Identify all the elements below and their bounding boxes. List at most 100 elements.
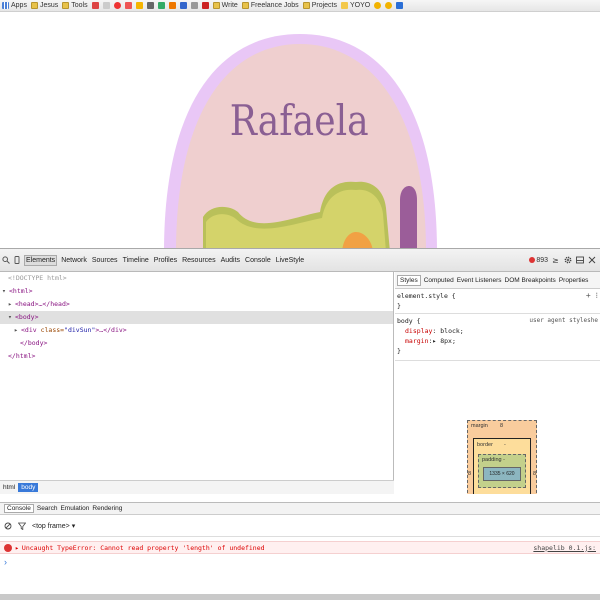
dom-node-head[interactable]: ▸ <head>…</head> xyxy=(0,298,393,311)
folder-icon xyxy=(30,2,38,9)
bookmark-icon[interactable] xyxy=(157,2,165,9)
box-model-padding: padding - 1335 × 620 xyxy=(478,454,526,488)
tree-shape xyxy=(400,186,417,248)
bookmark-icon[interactable] xyxy=(124,2,132,9)
tab-resources[interactable]: Resources xyxy=(181,256,216,265)
console-prompt[interactable]: › xyxy=(4,557,7,567)
box-model-border: border - padding - 1335 × 620 xyxy=(473,438,531,494)
console-error-row: ▸ Uncaught TypeError: Cannot read proper… xyxy=(0,541,600,554)
dock-icon[interactable] xyxy=(576,256,584,264)
triangle-right-icon[interactable]: ▸ xyxy=(14,324,21,337)
expand-triangle-icon[interactable]: ▸ xyxy=(15,544,19,552)
bookmark-icon[interactable] xyxy=(135,2,143,9)
triangle-down-icon[interactable]: ▾ xyxy=(8,311,15,324)
bookmark-icon[interactable] xyxy=(190,2,198,9)
device-mode-icon[interactable] xyxy=(13,256,21,264)
elements-panel: <!DOCTYPE html> ▾ <html> ▸ <head>…</head> … xyxy=(0,272,394,480)
error-icon xyxy=(4,543,12,552)
gmail-icon[interactable] xyxy=(91,2,99,9)
breadcrumb: html body xyxy=(0,480,394,494)
triangle-right-icon[interactable]: ▸ xyxy=(8,298,15,311)
breadcrumb-html[interactable]: html xyxy=(0,483,18,492)
box-model-margin: margin 8 8 8 border - padding - 1335 × 6… xyxy=(467,420,537,494)
tab-dom-breakpoints[interactable]: DOM Breakpoints xyxy=(505,277,556,284)
tab-timeline[interactable]: Timeline xyxy=(122,256,150,265)
yoyo-icon xyxy=(340,2,348,9)
bookmark-yoyo[interactable]: YOYO xyxy=(340,2,370,9)
drawer-tabs: Console Search Emulation Rendering xyxy=(0,502,600,515)
devtools-toolbar: Elements Network Sources Timeline Profil… xyxy=(0,249,600,272)
frame-select[interactable]: <top frame> ▾ xyxy=(32,522,75,530)
style-property[interactable]: display: block; xyxy=(397,326,598,336)
taskbar-strip xyxy=(0,594,600,600)
error-source-link[interactable]: shapelib 0.1.js: xyxy=(533,544,600,552)
folder-icon xyxy=(62,2,70,9)
bookmark-icon[interactable] xyxy=(179,2,187,9)
error-message: Uncaught TypeError: Cannot read property… xyxy=(21,543,265,552)
tab-rendering[interactable]: Rendering xyxy=(92,505,122,512)
bookmark-write[interactable]: Write xyxy=(212,2,238,9)
tab-audits[interactable]: Audits xyxy=(220,256,241,265)
bookmark-icon[interactable] xyxy=(201,2,209,9)
gear-icon[interactable] xyxy=(564,256,572,264)
tab-styles[interactable]: Styles xyxy=(397,274,421,286)
close-icon[interactable] xyxy=(588,256,596,264)
drawer-icon[interactable]: ≥ xyxy=(552,256,560,264)
bookmark-icon[interactable] xyxy=(146,2,154,9)
bookmark-icon[interactable] xyxy=(102,2,110,9)
bookmark-tools[interactable]: Tools xyxy=(62,2,88,9)
tab-console[interactable]: Console xyxy=(244,256,272,265)
chevron-down-icon: ▾ xyxy=(71,522,76,530)
tab-event-listeners[interactable]: Event Listeners xyxy=(457,277,502,284)
dom-node-body[interactable]: ▾ <body> xyxy=(0,311,393,324)
tab-sources[interactable]: Sources xyxy=(91,256,119,265)
folder-icon xyxy=(241,2,249,9)
bookmark-projects[interactable]: Projects xyxy=(302,2,337,9)
error-icon xyxy=(529,257,536,263)
styles-sidebar: Styles Computed Event Listeners DOM Brea… xyxy=(395,272,600,494)
devtools-toolbar-right: 893 ≥ xyxy=(529,256,600,264)
tab-livestyle[interactable]: LiveStyle xyxy=(275,256,305,265)
bookmark-icon[interactable] xyxy=(385,2,393,9)
svg-text:≥: ≥ xyxy=(552,256,559,264)
dom-node-html-close[interactable]: </html> xyxy=(0,350,393,363)
tab-elements[interactable]: Elements xyxy=(24,254,58,266)
new-rule-icon[interactable]: + ⁝ xyxy=(586,291,598,301)
tab-console-drawer[interactable]: Console xyxy=(4,504,34,513)
style-property[interactable]: margin:▸ 8px; xyxy=(397,336,598,346)
page-viewport: Rafaela xyxy=(0,12,600,248)
bookmark-apps[interactable]: Apps xyxy=(2,2,27,9)
dom-doctype[interactable]: <!DOCTYPE html> xyxy=(0,272,393,285)
search-icon[interactable] xyxy=(2,256,10,264)
error-count-badge[interactable]: 893 xyxy=(529,257,548,264)
breadcrumb-body[interactable]: body xyxy=(18,483,39,492)
element-style-rule[interactable]: element.style { } + ⁝ xyxy=(395,289,600,314)
tab-computed[interactable]: Computed xyxy=(424,277,454,284)
dom-node-html[interactable]: ▾ <html> xyxy=(0,285,393,298)
bookmark-icon[interactable] xyxy=(396,2,404,9)
dom-node-div[interactable]: ▸ <div class="divSun">…</div> xyxy=(0,324,393,337)
page-heading: Rafaela xyxy=(229,96,369,145)
youtube-icon[interactable] xyxy=(113,2,121,9)
box-model-content: 1335 × 620 xyxy=(483,467,521,481)
bookmark-icon[interactable] xyxy=(168,2,176,9)
bookmark-icon[interactable] xyxy=(374,2,382,9)
bookmarks-bar: Apps Jesus Tools Write Freelance Jobs Pr… xyxy=(0,0,600,12)
tab-search[interactable]: Search xyxy=(37,505,58,512)
apps-icon xyxy=(2,2,9,9)
rule-source: user agent styleshe xyxy=(529,317,598,324)
triangle-down-icon[interactable]: ▾ xyxy=(2,285,9,298)
tab-emulation[interactable]: Emulation xyxy=(60,505,89,512)
filter-icon[interactable] xyxy=(18,522,26,530)
dom-node-body-close[interactable]: </body> xyxy=(0,337,393,350)
tab-profiles[interactable]: Profiles xyxy=(153,256,178,265)
folder-icon xyxy=(212,2,220,9)
styles-tabs: Styles Computed Event Listeners DOM Brea… xyxy=(395,272,600,289)
bookmark-jesus[interactable]: Jesus xyxy=(30,2,58,9)
body-style-rule[interactable]: body { user agent styleshe display: bloc… xyxy=(395,314,600,361)
tab-properties[interactable]: Properties xyxy=(559,277,589,284)
devtools-panel: Elements Network Sources Timeline Profil… xyxy=(0,248,600,600)
tab-network[interactable]: Network xyxy=(60,256,88,265)
bookmark-freelance-jobs[interactable]: Freelance Jobs xyxy=(241,2,299,9)
clear-console-icon[interactable] xyxy=(4,522,12,530)
